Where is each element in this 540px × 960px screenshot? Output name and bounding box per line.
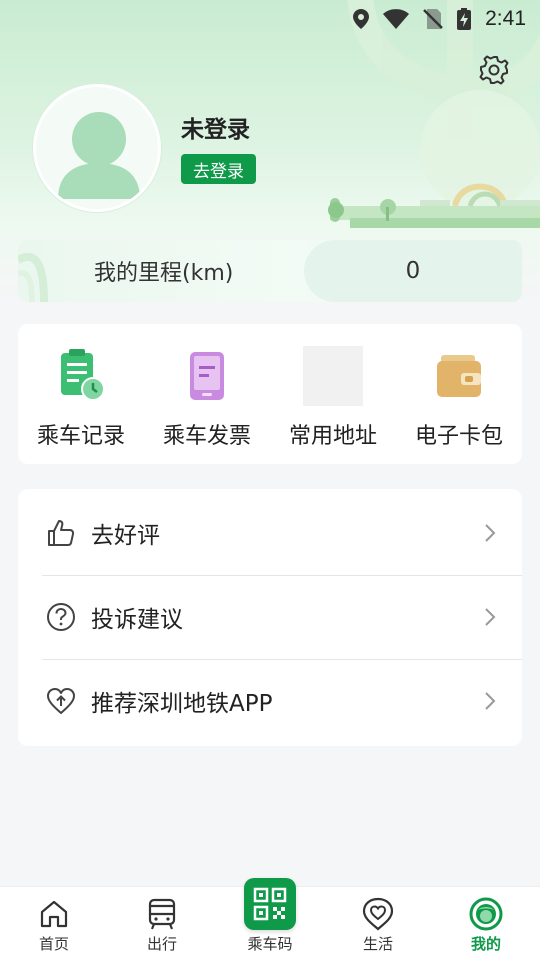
chevron-right-icon [484,607,498,627]
chevron-right-icon [484,691,498,711]
tab-home[interactable]: 首页 [0,887,108,960]
menu-item-recommend[interactable]: 推荐深圳地铁APP [18,659,522,743]
mileage-decoration [18,252,48,302]
quick-action-label: 电子卡包 [414,424,503,449]
status-bar: 2:41 [0,0,540,38]
battery-charging-icon [457,8,472,30]
thumbs-up-icon [46,518,76,548]
question-circle-icon [46,602,76,632]
login-button[interactable]: 去登录 [181,154,256,184]
mileage-card[interactable]: 我的里程(km) 0 [18,240,522,302]
profile-active-icon [469,897,503,931]
mileage-value: 0 [405,258,421,284]
ride-record-icon [51,346,111,406]
quick-actions-card: 乘车记录 乘车发票 常用地址 电子卡包 [18,324,522,464]
tab-mine[interactable]: 我的 [432,887,540,960]
menu-item-feedback[interactable]: 投诉建议 [18,575,522,659]
chevron-right-icon [484,523,498,543]
menu-item-label: 去好评 [91,523,160,549]
quick-action-ride-invoice[interactable]: 乘车发票 [147,346,267,450]
menu-item-label: 推荐深圳地铁APP [91,691,273,717]
menu-card: 去好评 投诉建议 推荐深圳地铁APP [18,489,522,746]
qr-code-icon [244,878,296,930]
quick-action-label: 乘车记录 [36,424,125,449]
tab-label: 首页 [38,935,69,953]
status-time: 2:41 [485,7,526,30]
default-avatar-icon [58,112,140,199]
menu-item-rate[interactable]: 去好评 [18,491,522,575]
heart-location-icon [361,897,395,931]
gear-icon [479,55,509,85]
ride-invoice-icon [177,346,237,406]
quick-action-e-wallet[interactable]: 电子卡包 [399,346,519,450]
tab-life[interactable]: 生活 [324,887,432,960]
quick-action-label: 乘车发票 [162,424,251,449]
mileage-value-area: 0 [304,240,522,302]
mileage-label: 我的里程(km) [94,261,234,286]
tab-label: 生活 [362,935,393,953]
quick-action-ride-record[interactable]: 乘车记录 [21,346,141,450]
tab-label: 我的 [470,935,501,953]
username: 未登录 [181,117,250,143]
tab-label: 乘车码 [247,935,293,953]
bottom-tab-bar: 首页 出行 乘车码 生活 我的 [0,878,540,960]
tab-travel[interactable]: 出行 [108,887,216,960]
menu-item-label: 投诉建议 [91,607,183,633]
tab-ride-code[interactable]: 乘车码 [216,878,324,960]
placeholder-icon [303,346,363,406]
settings-button[interactable] [474,50,514,90]
no-sim-icon [423,9,444,29]
location-icon [353,9,370,29]
wifi-icon [383,9,410,29]
wallet-icon [429,346,489,406]
quick-action-label: 常用地址 [288,424,377,449]
avatar[interactable] [33,84,161,212]
heart-share-icon [46,686,76,716]
home-icon [37,897,71,931]
bus-icon [145,897,179,931]
tab-label: 出行 [146,935,177,953]
quick-action-common-address[interactable]: 常用地址 [273,346,393,450]
